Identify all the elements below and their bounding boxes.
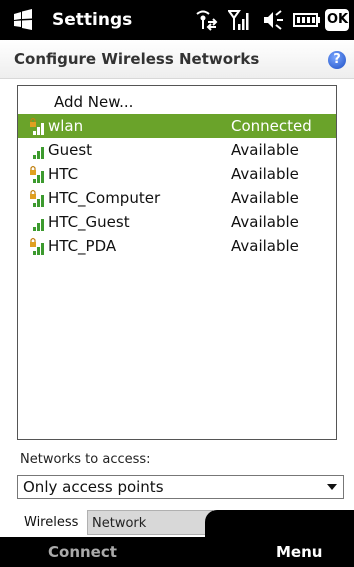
connectivity-icon[interactable] [194,8,218,32]
network-name: wlan [48,117,84,135]
volume-icon[interactable] [262,8,284,32]
softkey-bar: Connect Menu [0,537,354,567]
network-name: Guest [48,141,93,159]
dropdown-value: Only access points [23,478,164,496]
add-new-item[interactable]: Add New... [18,90,336,114]
help-icon[interactable]: ? [328,51,346,69]
menu-softkey[interactable]: Menu [276,537,322,567]
connect-softkey[interactable]: Connect [48,537,117,567]
tab-wireless[interactable]: Wireless [20,510,84,535]
network-row[interactable]: HTC_Guest Available [18,210,336,234]
windows-flag-icon[interactable] [12,9,34,31]
network-name: HTC_Computer [48,189,161,207]
battery-icon[interactable] [293,8,321,32]
network-name: HTC_PDA [48,237,117,255]
secured-wifi-signal-icon [30,237,44,255]
network-name: HTC [48,165,79,183]
networks-to-access-dropdown[interactable]: Only access points [17,475,344,499]
secured-wifi-signal-icon [30,189,44,207]
network-status: Available [231,141,299,159]
tab-bar: Wireless Network Adapters [0,510,354,556]
chevron-down-icon [327,484,337,490]
page-title: Configure Wireless Networks [14,50,260,68]
status-bar: Settings OK [0,0,354,40]
add-new-label: Add New... [54,93,134,111]
network-name: HTC_Guest [48,213,130,231]
wifi-signal-icon [33,147,44,159]
app-title: Settings [52,10,133,30]
network-status: Connected [231,117,312,135]
page-header: Configure Wireless Networks ? [0,40,354,79]
tab-network-adapters[interactable]: Network Adapters [87,510,213,556]
networks-to-access-label: Networks to access: [20,452,151,467]
network-row[interactable]: HTC Available [18,162,336,186]
network-status: Available [231,213,299,231]
secured-wifi-signal-icon [30,165,44,183]
network-row[interactable]: wlan Connected [18,114,336,138]
network-status: Available [231,237,299,255]
ok-button[interactable]: OK [325,9,349,31]
network-row[interactable]: HTC_PDA Available [18,234,336,258]
network-row[interactable]: Guest Available [18,138,336,162]
network-row[interactable]: HTC_Computer Available [18,186,336,210]
secured-wifi-signal-icon [30,117,44,135]
network-status: Available [231,165,299,183]
signal-icon[interactable] [228,8,250,32]
network-list[interactable]: Add New... wlan Connected Guest Available HT… [17,85,337,440]
network-status: Available [231,189,299,207]
wifi-signal-icon [33,219,44,231]
